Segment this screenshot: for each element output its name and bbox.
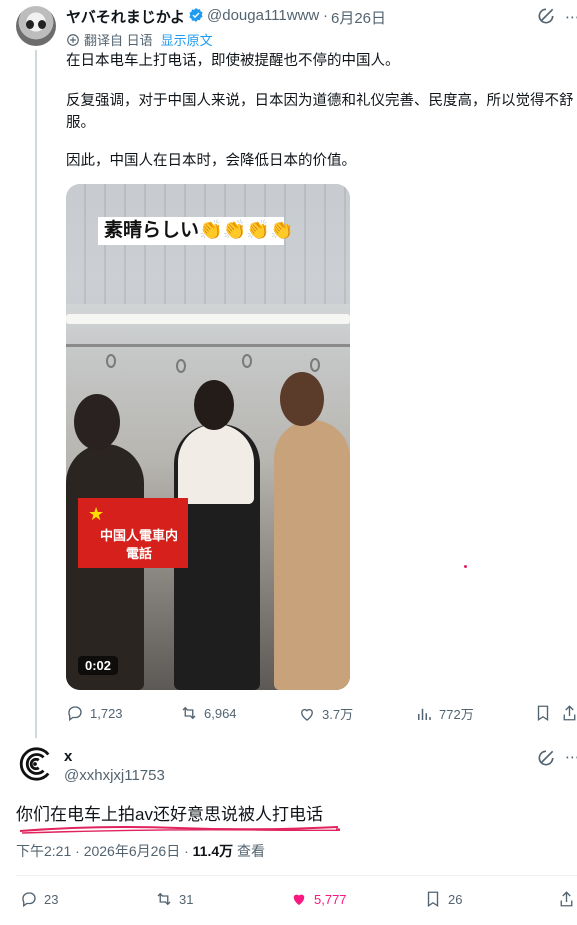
- tweet-video[interactable]: 素晴らしい👏👏👏👏 ★ 中国人電車内 電話 0:02: [66, 184, 350, 690]
- passenger-right-head: [280, 372, 324, 426]
- tweet-text-line-3: 因此，中国人在日本时，会降低日本的价值。: [66, 153, 356, 169]
- retweet-button[interactable]: 6,964: [180, 704, 237, 722]
- share-icon[interactable]: [562, 704, 577, 722]
- tweet-text-line-1: 在日本电车上打电话，即使被提醒也不停的中国人。: [66, 53, 400, 69]
- like-button[interactable]: 3.7万: [298, 704, 353, 723]
- ceiling-light: [66, 314, 350, 324]
- reply-like-count: 5,777: [314, 891, 347, 907]
- translated-label: 翻译自 日语: [84, 33, 153, 48]
- thread-line: [35, 50, 37, 738]
- heart-icon: [301, 708, 313, 721]
- hand-strap: [310, 358, 320, 372]
- flag-star-icon: ★: [88, 504, 105, 524]
- tweet-text-line-2: 反复强调，对于中国人来说，日本因为道德和礼仪完善、民度高，所以觉得不舒服。: [66, 93, 574, 131]
- more-icon[interactable]: ⋯: [565, 8, 577, 26]
- reply-timestamp[interactable]: 下午2:21 · 2026年6月26日 ·: [16, 843, 193, 859]
- chinese-flag-overlay: ★ 中国人電車内 電話: [78, 498, 188, 568]
- author-avatar[interactable]: [16, 6, 56, 46]
- retweet-count: 6,964: [204, 705, 237, 721]
- retweet-icon: [157, 892, 171, 906]
- like-count: 3.7万: [322, 707, 354, 722]
- reply-author-name[interactable]: x: [64, 748, 72, 765]
- views-icon: [418, 708, 431, 720]
- handrail: [66, 344, 350, 347]
- views-count: 772万: [439, 707, 474, 722]
- reply-retweet-count: 31: [179, 891, 194, 907]
- reply-retweet-button[interactable]: 31: [155, 890, 193, 908]
- verified-badge-icon: [189, 8, 203, 22]
- flag-caption: 中国人電車内 電話: [96, 528, 182, 564]
- translate-icon: [67, 33, 79, 46]
- translation-notice: 翻译自 日语 显示原文: [66, 30, 213, 49]
- reply-more-icon[interactable]: ⋯: [565, 748, 577, 766]
- red-underline-mark: [19, 826, 340, 834]
- video-duration: 0:02: [78, 656, 119, 675]
- stray-red-dot: [464, 565, 467, 568]
- passenger-left-head: [74, 394, 120, 450]
- reply-view-label: 查看: [237, 843, 266, 859]
- passenger-right: [274, 420, 350, 690]
- reply-grok-icon[interactable]: [536, 748, 556, 768]
- hand-strap: [106, 354, 116, 368]
- avatar-eye-left: [26, 20, 34, 29]
- flag-caption-line-1: 中国人電車内: [99, 529, 178, 544]
- reply-reply-button[interactable]: 23: [20, 890, 58, 908]
- divider: [16, 875, 577, 876]
- reply-button[interactable]: 1,723: [66, 704, 123, 722]
- author-handle[interactable]: @douga111www: [207, 7, 319, 24]
- heart-filled-icon: [293, 894, 305, 905]
- hand-strap: [242, 354, 252, 368]
- reply-author-handle[interactable]: @xxhxjxj11753: [64, 767, 165, 784]
- passenger-middle-head: [194, 380, 234, 430]
- author-name[interactable]: ヤバそれまじかよ: [66, 6, 185, 27]
- reply-share-icon[interactable]: [558, 890, 575, 908]
- grok-icon[interactable]: [536, 6, 556, 26]
- hand-strap: [176, 359, 186, 373]
- reply-like-button[interactable]: 5,777: [290, 890, 347, 908]
- reply-bookmark-button[interactable]: 26: [424, 890, 462, 908]
- show-original-link[interactable]: 显示原文: [161, 30, 213, 49]
- views-button[interactable]: 772万: [415, 704, 474, 723]
- reply-avatar-logo-icon[interactable]: [16, 745, 54, 783]
- reply-view-count: 11.4万: [192, 843, 234, 859]
- tweet-date[interactable]: 6月26日: [331, 7, 386, 28]
- retweet-icon: [182, 706, 196, 720]
- reply-icon: [68, 706, 82, 722]
- passenger-middle-shirt: [178, 424, 254, 504]
- bookmark-icon: [427, 891, 439, 908]
- bookmark-icon[interactable]: [534, 704, 552, 722]
- reply-bookmark-count: 26: [448, 891, 463, 907]
- reply-icon: [22, 892, 36, 908]
- avatar-eye-right: [38, 20, 46, 29]
- reply-reply-count: 23: [44, 891, 59, 907]
- separator-dot: ·: [323, 7, 328, 24]
- flag-caption-line-2: 電話: [125, 547, 152, 562]
- reply-meta: 下午2:21 · 2026年6月26日 · 11.4万 查看: [16, 841, 265, 861]
- reply-count: 1,723: [90, 705, 123, 721]
- video-subtitle: 素晴らしい👏👏👏👏: [98, 217, 294, 245]
